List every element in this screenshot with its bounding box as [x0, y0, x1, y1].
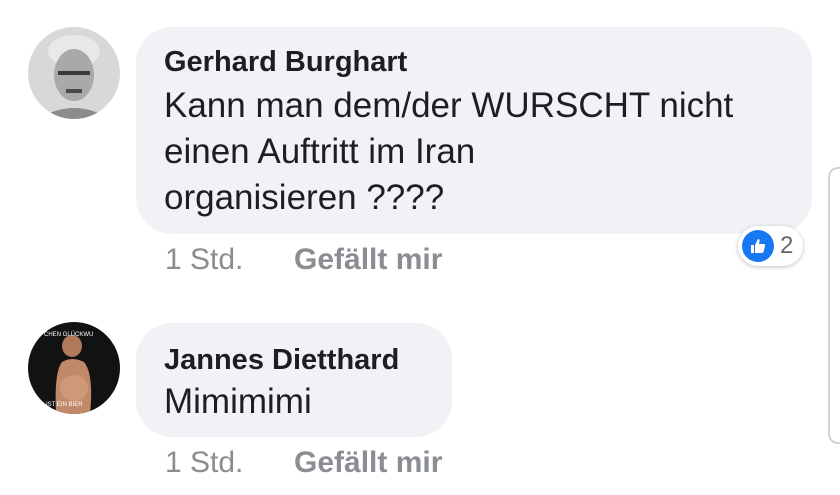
like-icon	[742, 230, 774, 262]
comment-text: Kann man dem/der WURSCHT nicht einen Auf…	[164, 83, 733, 221]
comment-timestamp[interactable]: 1 Std.	[165, 243, 243, 277]
comment-text-line: Kann man dem/der WURSCHT nicht	[164, 86, 734, 125]
profile-photo-icon	[28, 27, 120, 119]
avatar-overlay-text: CHEN GLÜCKWU	[44, 331, 93, 338]
avatar[interactable]	[28, 27, 120, 119]
avatar[interactable]: CHEN GLÜCKWU IST EIN BIER	[28, 322, 120, 414]
reaction-summary[interactable]: 2	[738, 226, 804, 266]
comment-timestamp[interactable]: 1 Std.	[165, 446, 243, 480]
comment-text: Mimimimi	[164, 379, 312, 425]
profile-photo-icon: CHEN GLÜCKWU IST EIN BIER	[28, 322, 120, 414]
comment-author[interactable]: Jannes Dietthard	[164, 344, 399, 377]
reaction-count: 2	[780, 232, 794, 259]
comment-text-line: einen Auftritt im Iran	[164, 132, 476, 171]
comment-text-line: Mimimimi	[164, 382, 312, 421]
like-button[interactable]: Gefällt mir	[294, 446, 442, 480]
avatar-overlay-text: IST EIN BIER	[46, 402, 83, 408]
comment-author[interactable]: Gerhard Burghart	[164, 46, 407, 79]
comment-text-line: organisieren ????	[164, 178, 445, 217]
comment-bubble: Jannes Dietthard Mimimimi	[136, 323, 452, 437]
comment-bubble: Gerhard Burghart Kann man dem/der WURSCH…	[136, 27, 812, 234]
like-button[interactable]: Gefällt mir	[294, 243, 442, 277]
side-panel-edge	[828, 167, 840, 444]
